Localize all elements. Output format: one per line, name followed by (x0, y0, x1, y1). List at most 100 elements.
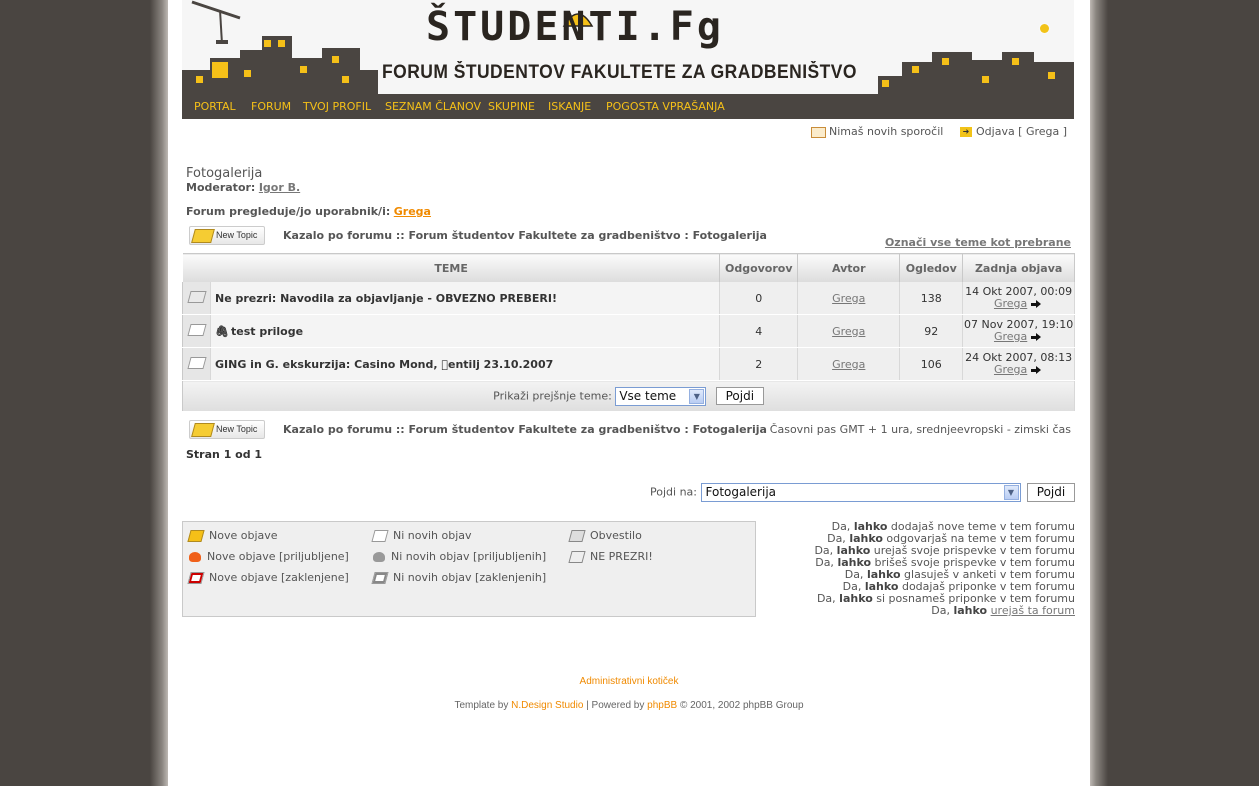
viewing-line: Forum pregleduje/jo uporabnik/i: Grega (186, 205, 431, 218)
legend-label: Nove objave [priljubljene] (207, 550, 349, 563)
views-count: 92 (899, 314, 964, 348)
replies-count: 0 (719, 282, 799, 315)
author-link[interactable]: Grega (832, 292, 865, 305)
permissions-list: Da, lahko dodajaš nove teme v tem forumu… (814, 521, 1075, 617)
new-topic-label: New Topic (216, 424, 258, 434)
site-subtitle: FORUM ŠTUDENTOV FAKULTETE ZA GRADBENIŠTV… (382, 62, 857, 83)
perm-line: Da, lahko urejaš ta forum (931, 604, 1075, 617)
moderator-link[interactable]: Igor B. (259, 181, 300, 194)
folder-icon (182, 347, 211, 381)
logout-link[interactable]: ➜ Odjava [ Grega ] (960, 125, 1067, 138)
breadcrumb-bottom[interactable]: Kazalo po forumu :: Forum študentov Faku… (283, 423, 767, 436)
moderate-forum-link[interactable]: urejaš ta forum (991, 604, 1075, 617)
show-previous-select[interactable]: Vse teme ▼ (615, 386, 707, 406)
phpbb-link[interactable]: phpBB (647, 700, 677, 711)
pagination-text: Stran 1 od 1 (186, 448, 263, 461)
nav-portal[interactable]: PORTAL (194, 100, 236, 113)
sticky-icon (568, 551, 586, 563)
legend-announcement: Obvestilo (568, 529, 642, 542)
show-previous-label: Prikaži prejšnje teme: (493, 389, 612, 402)
notepad-icon (191, 229, 215, 243)
attachment-icon: 🖇 (215, 324, 229, 338)
sun-icon (1040, 24, 1049, 33)
nav-profile[interactable]: TVOJ PROFIL (303, 100, 371, 113)
icon-legend: Nove objave Ni novih objav Obvestilo Nov… (182, 521, 756, 617)
table-row: Ne prezri: Navodila za objavljanje - OBV… (182, 282, 1075, 315)
copyright: © 2001, 2002 phpBB Group (677, 700, 804, 711)
views-count: 106 (899, 347, 964, 381)
locked-new-icon (187, 572, 205, 584)
new-topic-button[interactable]: New Topic (189, 226, 265, 245)
replies-count: 4 (719, 314, 799, 348)
breadcrumb[interactable]: Kazalo po forumu :: Forum študentov Faku… (283, 229, 767, 242)
goto-last-post-icon[interactable] (1031, 299, 1043, 309)
admin-panel-link[interactable]: Administrativni kotiček (580, 676, 679, 687)
goto-last-post-icon[interactable] (1031, 365, 1043, 375)
site-header: ŠTUDENTI.Fg FORUM ŠTUDENTOV FAKULTETE ZA… (182, 0, 1074, 119)
new-topic-label: New Topic (216, 230, 258, 240)
legend-label: NE PREZRI! (590, 550, 653, 563)
chevron-down-icon: ▼ (689, 388, 705, 404)
legend-new-posts: Nove objave (187, 529, 278, 542)
no-new-posts-icon (371, 530, 389, 542)
col-replies: Odgovorov (719, 253, 799, 282)
show-previous-go-button[interactable]: Pojdi (715, 387, 764, 405)
legend-no-new-posts: Ni novih objav (371, 529, 472, 542)
legend-label: Nove objave [zaklenjene] (209, 571, 349, 584)
jump-go-button[interactable]: Pojdi (1027, 483, 1075, 502)
views-count: 138 (899, 282, 964, 315)
nav-search[interactable]: ISKANJE (548, 100, 591, 113)
legend-label: Obvestilo (590, 529, 642, 542)
page: ŠTUDENTI.Fg FORUM ŠTUDENTOV FAKULTETE ZA… (168, 0, 1090, 786)
col-last-post: Zadnja objava (962, 253, 1075, 282)
col-author: Avtor (797, 253, 901, 282)
table-header: TEME Odgovorov Avtor Ogledov Zadnja obja… (181, 253, 1075, 282)
topic-link[interactable]: GING in G. ekskurzija: Casino Mond, ent… (215, 358, 553, 371)
topic-link[interactable]: Ne prezri: Navodila za objavljanje - OBV… (215, 292, 557, 305)
logout-icon: ➜ (960, 127, 972, 137)
nav-forum[interactable]: FORUM (251, 100, 291, 113)
forum-title: Fotogalerija (186, 166, 263, 181)
moderator-label: Moderator: (186, 181, 256, 194)
footer-credits: Template by N.Design Studio | Powered by… (168, 700, 1090, 711)
envelope-icon (811, 126, 826, 138)
last-post-user[interactable]: Grega (994, 297, 1027, 310)
legend-label: Ni novih objav (393, 529, 472, 542)
notepad-icon (191, 423, 215, 437)
legend-no-new-locked: Ni novih objav [zaklenjenih] (371, 571, 546, 584)
table-row: 🖇 test priloge 4 Grega 92 07 Nov 2007, 19… (182, 314, 1075, 348)
site-logo: ŠTUDENTI.Fg (426, 4, 724, 50)
author-link[interactable]: Grega (832, 358, 865, 371)
moderator-line: Moderator: Igor B. (186, 181, 300, 194)
legend-sticky: NE PREZRI! (568, 550, 653, 563)
topics-table: TEME Odgovorov Avtor Ogledov Zadnja obja… (181, 253, 1075, 412)
locked-icon (371, 572, 389, 584)
messages-label: Nimaš novih sporočil (829, 125, 944, 138)
logout-label: Odjava [ Grega ] (976, 125, 1068, 138)
last-post-user[interactable]: Grega (994, 330, 1027, 343)
legend-new-locked: Nove objave [zaklenjene] (187, 571, 349, 584)
legend-new-hot: Nove objave [priljubljene] (189, 550, 349, 563)
legend-label: Ni novih objav [priljubljenih] (391, 550, 547, 563)
topic-link[interactable]: test priloge (231, 325, 303, 338)
legend-label: Nove objave (209, 529, 278, 542)
legend-no-new-hot: Ni novih objav [priljubljenih] (373, 550, 546, 563)
last-post-user[interactable]: Grega (994, 363, 1027, 376)
template-by: Template by (454, 700, 512, 711)
nav-members[interactable]: SEZNAM ČLANOV (385, 100, 481, 113)
flame-icon (189, 552, 201, 562)
jump-select[interactable]: Fotogalerija ▼ (700, 483, 1021, 502)
goto-last-post-icon[interactable] (1031, 332, 1043, 342)
admin-link-row: Administrativni kotiček (168, 676, 1090, 687)
flame-grey-icon (373, 552, 385, 562)
author-link[interactable]: Grega (832, 325, 865, 338)
mark-read-link[interactable]: Označi vse teme kot prebrane (885, 236, 1071, 249)
messages-link[interactable]: Nimaš novih sporočil (811, 125, 943, 138)
ndesign-link[interactable]: N.Design Studio (511, 700, 583, 711)
folder-icon (182, 314, 211, 348)
nav-groups[interactable]: SKUPINE (488, 100, 535, 113)
new-posts-icon (187, 530, 205, 542)
nav-faq[interactable]: POGOSTA VPRAŠANJA (606, 100, 725, 113)
viewing-user-link[interactable]: Grega (394, 205, 431, 218)
new-topic-button-bottom[interactable]: New Topic (189, 420, 265, 439)
